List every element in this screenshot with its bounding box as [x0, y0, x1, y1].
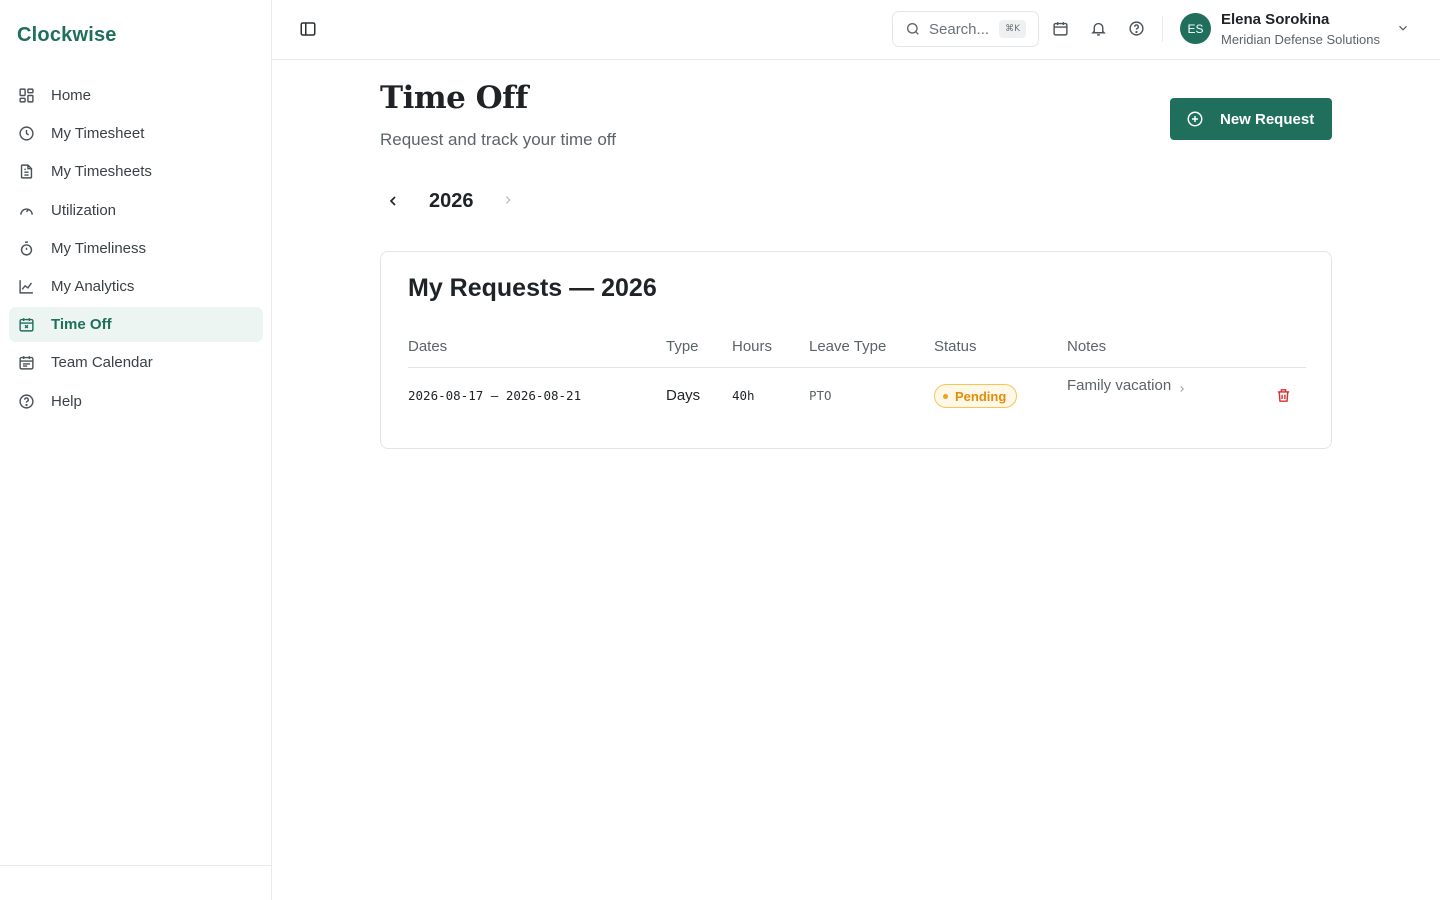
sidebar-item-my-timeliness[interactable]: My Timeliness: [9, 231, 263, 266]
search-input[interactable]: Search... ⌘K: [892, 11, 1039, 47]
sidebar-footer-divider: [0, 865, 271, 866]
gauge-icon: [17, 201, 35, 219]
year-next-button[interactable]: [501, 193, 517, 209]
sidebar-item-label: My Timesheets: [51, 163, 152, 181]
search-icon: [905, 21, 921, 37]
stopwatch-icon: [17, 239, 35, 257]
column-header-type: Type: [666, 338, 699, 355]
column-header-dates: Dates: [408, 338, 448, 355]
sidebar-item-my-analytics[interactable]: My Analytics: [9, 269, 263, 304]
row-dates: 2026-08-17 – 2026-08-21: [408, 388, 582, 403]
requests-title: My Requests — 2026: [408, 274, 657, 302]
topbar-divider: [1162, 16, 1163, 42]
user-name: Elena Sorokina: [1221, 11, 1330, 28]
sidebar-item-help[interactable]: Help: [9, 384, 263, 419]
row-notes: Family vacation: [1067, 377, 1172, 394]
sidebar-item-my-timesheet[interactable]: My Timesheet: [9, 116, 263, 151]
new-request-button[interactable]: New Request: [1170, 98, 1332, 140]
sidebar-item-team-calendar[interactable]: Team Calendar: [9, 345, 263, 380]
search-shortcut-badge: ⌘K: [999, 20, 1026, 38]
sidebar-item-home[interactable]: Home: [9, 78, 263, 113]
chevron-right-icon: [1177, 381, 1187, 392]
sidebar-toggle-icon[interactable]: [299, 20, 319, 40]
sidebar-item-label: Team Calendar: [51, 354, 153, 372]
page-title: Time Off: [380, 80, 528, 116]
column-header-leave-type: Leave Type: [809, 338, 887, 355]
requests-card: My Requests — 2026 Dates Type Hours Leav…: [380, 251, 1332, 449]
sidebar-nav: Home My Timesheet My Timesheets Utilizat…: [9, 78, 263, 422]
header-divider: [408, 367, 1306, 368]
page-subtitle: Request and track your time off: [380, 130, 616, 149]
main-content: Search... ⌘K ES Elena Sorokina Meridian …: [272, 0, 1440, 900]
sidebar-item-label: Home: [51, 87, 92, 104]
sidebar: Clockwise Home My Timesheet My Timesheet…: [0, 0, 272, 900]
user-organization: Meridian Defense Solutions: [1221, 32, 1380, 47]
status-label: Pending: [955, 388, 1007, 404]
search-placeholder: Search...: [929, 20, 990, 38]
sidebar-item-label: Time Off: [51, 316, 112, 334]
sidebar-item-label: Utilization: [51, 201, 117, 219]
brand-logo[interactable]: Clockwise: [17, 24, 117, 47]
status-dot: [943, 393, 948, 399]
calendar-list-icon: [17, 354, 35, 372]
status-badge: Pending: [934, 384, 1018, 408]
top-bar: Search... ⌘K ES Elena Sorokina Meridian …: [272, 0, 1440, 60]
column-header-status: Status: [934, 338, 977, 355]
clock-icon: [17, 125, 35, 143]
row-notes-link[interactable]: Family vacation: [1067, 377, 1187, 394]
sidebar-item-label: My Timesheet: [51, 125, 145, 143]
row-hours: 40h: [732, 388, 755, 403]
help-icon[interactable]: [1128, 20, 1146, 38]
plus-circle-icon: [1186, 110, 1204, 128]
delete-request-icon[interactable]: [1275, 387, 1292, 404]
new-request-label: New Request: [1220, 110, 1315, 128]
sidebar-item-time-off[interactable]: Time Off: [9, 307, 263, 343]
year-prev-button[interactable]: [385, 193, 403, 211]
row-type: Days: [666, 387, 701, 404]
year-label: 2026: [429, 190, 474, 212]
calendar-icon[interactable]: [1052, 20, 1070, 38]
sidebar-item-label: My Timeliness: [51, 239, 147, 257]
chevron-down-icon[interactable]: [1396, 21, 1410, 35]
grid-icon: [17, 87, 35, 105]
sidebar-item-label: My Analytics: [51, 277, 135, 295]
help-circle-icon: [17, 392, 35, 410]
bell-icon[interactable]: [1090, 20, 1108, 38]
sidebar-item-utilization[interactable]: Utilization: [9, 193, 263, 228]
row-leave-type: PTO: [809, 388, 832, 403]
column-header-notes: Notes: [1067, 338, 1107, 355]
avatar[interactable]: ES: [1180, 13, 1211, 44]
document-icon: [17, 163, 35, 181]
column-header-hours: Hours: [732, 338, 773, 355]
calendar-x-icon: [17, 316, 35, 334]
sidebar-item-my-timesheets[interactable]: My Timesheets: [9, 154, 263, 189]
sidebar-item-label: Help: [51, 392, 82, 410]
line-chart-icon: [17, 277, 35, 295]
